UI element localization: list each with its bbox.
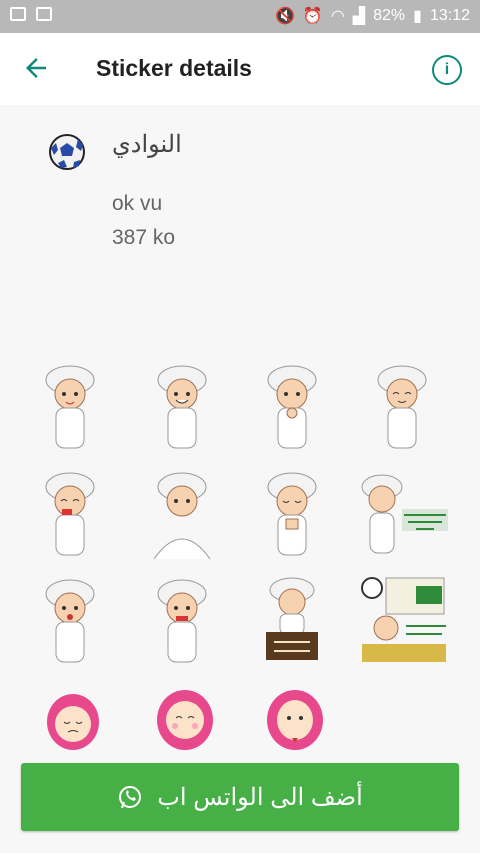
pack-author: ok vu [112,192,163,215]
status-bar: 🔇 ⏰ ◠ ▟ 82% ▮ 13:12 [0,0,480,33]
add-button-label: أضف الى الواتس اب [157,783,363,811]
app-bar: Sticker details i [0,33,480,105]
sticker-item[interactable] [28,358,112,458]
sticker-item[interactable] [250,572,334,672]
info-icon[interactable]: i [432,55,462,85]
page-title: Sticker details [96,55,252,81]
signal-icon: ▟ [352,8,366,25]
pack-name: النوادي [112,131,182,158]
sticker-item[interactable] [360,358,444,458]
back-arrow-icon[interactable] [20,53,52,85]
pack-tray-icon [48,133,86,171]
alarm-icon: ⏰ [302,8,323,25]
back-arrow-svg [26,58,46,78]
sticker-item[interactable] [38,680,108,752]
wifi-icon: ◠ [330,8,345,25]
add-to-whatsapp-button[interactable]: أضف الى الواتس اب [21,763,459,831]
sticker-item[interactable] [150,680,220,752]
sticker-item[interactable] [28,465,112,565]
pack-size: 387 ko [112,226,176,249]
sticker-item[interactable] [28,572,112,672]
whatsapp-icon [119,786,142,809]
sticker-item[interactable] [140,358,224,458]
battery-percent: 82% [373,7,406,24]
gallery-notification-icon [10,7,26,21]
sticker-item[interactable] [356,572,452,672]
sticker-item[interactable] [140,465,224,565]
sticker-item[interactable] [250,358,334,458]
sticker-item[interactable] [356,465,452,565]
battery-icon: ▮ [413,8,422,25]
mute-icon: 🔇 [274,8,295,25]
sticker-item[interactable] [260,680,330,752]
status-time: 13:12 [429,7,470,24]
sticker-item[interactable] [140,572,224,672]
sticker-item[interactable] [250,465,334,565]
screenshot-notification-icon [36,7,52,21]
